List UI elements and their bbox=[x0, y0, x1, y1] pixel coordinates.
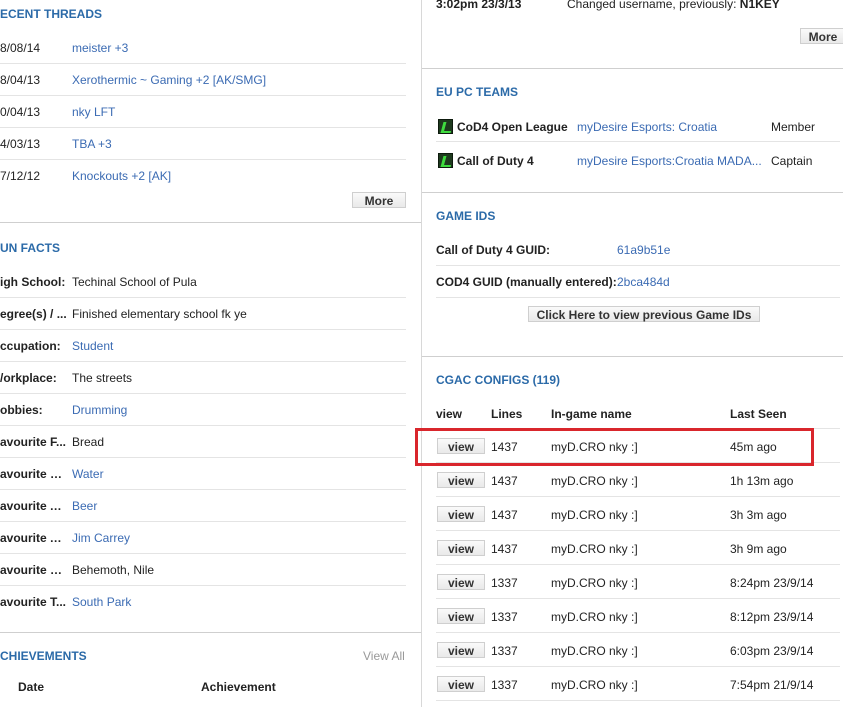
fact-label: obbies: bbox=[0, 403, 43, 417]
config-last-seen: 7:54pm 21/9/14 bbox=[730, 678, 814, 692]
thread-link[interactable]: Knockouts +2 [AK] bbox=[72, 169, 171, 183]
thread-date: 0/04/13 bbox=[0, 105, 41, 119]
config-lines: 1437 bbox=[491, 440, 518, 454]
config-ingame-name: myD.CRO nky :] bbox=[551, 542, 638, 556]
team-link[interactable]: myDesire Esports: Croatia bbox=[577, 120, 717, 134]
fact-label: avourite B... bbox=[0, 563, 68, 577]
config-ingame-name: myD.CRO nky :] bbox=[551, 508, 638, 522]
config-lines: 1437 bbox=[491, 542, 518, 556]
thread-link[interactable]: meister +3 bbox=[72, 41, 128, 55]
team-game: CoD4 Open League bbox=[457, 120, 568, 134]
config-lines: 1337 bbox=[491, 644, 518, 658]
fact-value-link[interactable]: Student bbox=[72, 339, 113, 353]
fact-label: avourite T... bbox=[0, 595, 67, 609]
game-id-label: Call of Duty 4 GUID: bbox=[436, 243, 551, 257]
fun-facts-title: UN FACTS bbox=[0, 241, 60, 255]
cod4-game-icon bbox=[438, 119, 453, 134]
config-view-button[interactable]: view bbox=[437, 472, 485, 488]
team-link[interactable]: myDesire Esports:Croatia MADA... bbox=[577, 154, 769, 168]
cgac-configs-title: CGAC CONFIGS (119) bbox=[436, 373, 561, 387]
config-view-button[interactable]: view bbox=[437, 574, 485, 590]
fact-label: avourite Al... bbox=[0, 499, 68, 513]
config-view-button[interactable]: view bbox=[437, 608, 485, 624]
fact-label: ccupation: bbox=[0, 339, 61, 353]
config-ingame-name: myD.CRO nky :] bbox=[551, 678, 638, 692]
team-game: Call of Duty 4 bbox=[457, 154, 534, 168]
config-lines: 1337 bbox=[491, 610, 518, 624]
cod4-game-icon bbox=[438, 153, 453, 168]
game-id-value[interactable]: 61a9b51e bbox=[617, 243, 670, 257]
fact-label: igh School: bbox=[0, 275, 66, 289]
fact-label: avourite A... bbox=[0, 531, 68, 545]
game-id-label: COD4 GUID (manually entered): bbox=[436, 275, 617, 289]
game-ids-title: GAME IDS bbox=[436, 209, 496, 223]
fact-value: Finished elementary school fk ye bbox=[72, 307, 247, 321]
config-view-button[interactable]: view bbox=[437, 642, 485, 658]
config-view-button[interactable]: view bbox=[437, 540, 485, 556]
config-view-button[interactable]: view bbox=[437, 438, 485, 454]
col-header-lines: Lines bbox=[491, 407, 523, 421]
thread-link[interactable]: nky LFT bbox=[72, 105, 115, 119]
fact-label: egree(s) / ... bbox=[0, 307, 67, 321]
achievements-title: CHIEVEMENTS bbox=[0, 649, 87, 663]
config-last-seen: 3h 3m ago bbox=[730, 508, 787, 522]
fact-value: Behemoth, Nile bbox=[72, 563, 155, 577]
fact-value-link[interactable]: Drumming bbox=[72, 403, 127, 417]
config-ingame-name: myD.CRO nky :] bbox=[551, 440, 638, 454]
fact-label: avourite D... bbox=[0, 467, 68, 481]
previous-game-ids-button[interactable]: Click Here to view previous Game IDs bbox=[528, 306, 760, 322]
team-role: Captain bbox=[771, 154, 813, 168]
config-last-seen: 3h 9m ago bbox=[730, 542, 787, 556]
fact-value: Techinal School of Pula bbox=[72, 275, 197, 289]
fact-label: /orkplace: bbox=[0, 371, 57, 385]
config-last-seen: 45m ago bbox=[730, 440, 777, 454]
fact-value-link[interactable]: South Park bbox=[72, 595, 131, 609]
threads-more-button[interactable]: More bbox=[352, 192, 406, 208]
view-all-link[interactable]: View All bbox=[363, 649, 405, 663]
fact-value-link[interactable]: Beer bbox=[72, 499, 97, 513]
config-ingame-name: myD.CRO nky :] bbox=[551, 610, 638, 624]
recent-threads-title: ECENT THREADS bbox=[0, 7, 103, 21]
achievements-col-achievement: Achievement bbox=[201, 680, 276, 694]
history-more-button[interactable]: More bbox=[800, 28, 843, 44]
col-header-last-seen: Last Seen bbox=[730, 407, 787, 421]
fact-value-link[interactable]: Jim Carrey bbox=[72, 531, 130, 545]
thread-date: 4/03/13 bbox=[0, 137, 41, 151]
history-time: 3:02pm 23/3/13 bbox=[436, 0, 522, 11]
left-column: ECENT THREADS 8/08/14 meister +3 8/04/13… bbox=[0, 0, 422, 707]
team-role: Member bbox=[771, 120, 816, 134]
previous-username: N1KEY bbox=[739, 0, 780, 11]
config-view-button[interactable]: view bbox=[437, 506, 485, 522]
achievements-col-date: Date bbox=[18, 680, 45, 694]
config-lines: 1337 bbox=[491, 576, 518, 590]
config-ingame-name: myD.CRO nky :] bbox=[551, 474, 638, 488]
config-lines: 1437 bbox=[491, 474, 518, 488]
config-last-seen: 8:12pm 23/9/14 bbox=[730, 610, 814, 624]
history-text: Changed username, previously: N1KEY bbox=[567, 0, 780, 11]
config-last-seen: 8:24pm 23/9/14 bbox=[730, 576, 814, 590]
config-lines: 1337 bbox=[491, 678, 518, 692]
eu-pc-teams-title: EU PC TEAMS bbox=[436, 85, 519, 99]
config-ingame-name: myD.CRO nky :] bbox=[551, 644, 638, 658]
thread-link[interactable]: Xerothermic ~ Gaming +2 [AK/SMG] bbox=[72, 73, 266, 87]
thread-date: 8/08/14 bbox=[0, 41, 41, 55]
fact-label: avourite F... bbox=[0, 435, 67, 449]
game-id-value[interactable]: 2bca484d bbox=[617, 275, 670, 289]
config-last-seen: 6:03pm 23/9/14 bbox=[730, 644, 814, 658]
col-header-view: view bbox=[436, 407, 463, 421]
config-view-button[interactable]: view bbox=[437, 676, 485, 692]
fact-value: The streets bbox=[72, 371, 133, 385]
thread-link[interactable]: TBA +3 bbox=[72, 137, 112, 151]
fact-value: Bread bbox=[72, 435, 105, 449]
thread-date: 7/12/12 bbox=[0, 169, 41, 183]
config-ingame-name: myD.CRO nky :] bbox=[551, 576, 638, 590]
config-lines: 1437 bbox=[491, 508, 518, 522]
right-column: 3:02pm 23/3/13 Changed username, previou… bbox=[422, 0, 843, 707]
col-header-ingame-name: In-game name bbox=[551, 407, 632, 421]
fact-value-link[interactable]: Water bbox=[72, 467, 104, 481]
thread-date: 8/04/13 bbox=[0, 73, 41, 87]
config-last-seen: 1h 13m ago bbox=[730, 474, 794, 488]
